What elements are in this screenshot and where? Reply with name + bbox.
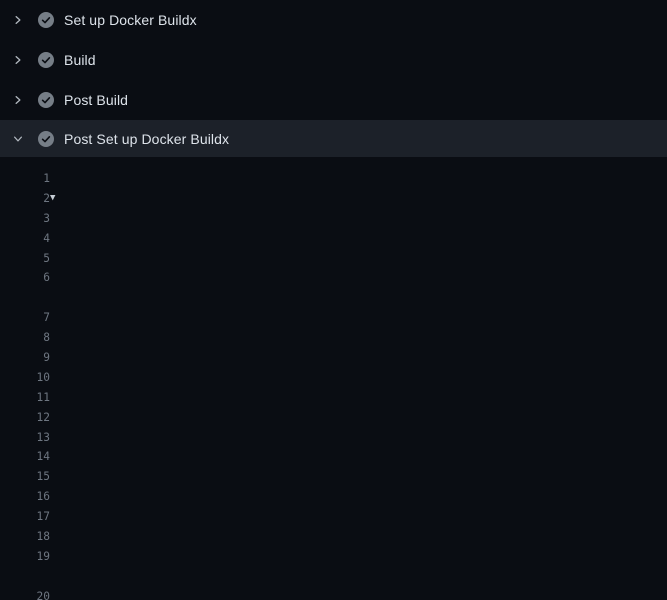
log-line-number[interactable]: 18 xyxy=(0,527,50,547)
log-line-number[interactable]: 4 xyxy=(0,229,50,249)
step-label: Build xyxy=(64,52,96,68)
log-line-continuation: linux/riscv64 linux/ppc64le linux/s390x … xyxy=(0,288,667,308)
log-line: 13 time="2021-04-23T18:02:38Z" level=deb… xyxy=(0,428,667,448)
log-line-continuation: application/vnd.oci.image.index.v1+json,… xyxy=(0,567,667,587)
log-line: 11 time="2021-04-23T18:02:38Z" level=deb… xyxy=(0,388,667,408)
log-line-number[interactable]: 17 xyxy=(0,507,50,527)
log-line-number[interactable]: 1 xyxy=(0,169,50,189)
step-label: Set up Docker Buildx xyxy=(64,12,197,28)
log-line: 4 time="2021-04-23T18:02:37Z" level=info… xyxy=(0,229,667,249)
log-line: 14 time="2021-04-23T18:02:38Z" level=deb… xyxy=(0,447,667,467)
log-line: 20 time="2021-04-23T18:02:38Z" level=deb… xyxy=(0,587,667,600)
log-line-number[interactable]: 5 xyxy=(0,249,50,269)
check-circle-icon xyxy=(38,131,54,147)
step-header[interactable]: Post Set up Docker Buildx xyxy=(0,120,667,157)
log-line-number[interactable]: 2 xyxy=(0,189,50,209)
log-line-number[interactable]: 12 xyxy=(0,408,50,428)
step-header[interactable]: Post Build xyxy=(0,80,667,120)
log-line-number[interactable]: 13 xyxy=(0,428,50,448)
log-viewer: 1 Post job cleanup. 2 ▼BuildKit containe… xyxy=(0,157,667,600)
step-header[interactable]: Build xyxy=(0,40,667,80)
group-collapse-triangle-icon: ▼ xyxy=(50,189,55,209)
log-line: 19 time="2021-04-23T18:02:38Z" level=deb… xyxy=(0,547,667,567)
chevron-right-icon xyxy=(12,94,24,106)
step-header[interactable]: Set up Docker Buildx xyxy=(0,0,667,40)
step-list: Set up Docker Buildx Build P xyxy=(0,0,667,157)
log-line: 3 /usr/bin/docker logs buildx_buildkit_b… xyxy=(0,209,667,229)
log-line-number[interactable]: 3 xyxy=(0,209,50,229)
log-line-number[interactable]: 7 xyxy=(0,308,50,328)
log-line: 15 time="2021-04-23T18:02:38Z" level=deb… xyxy=(0,467,667,487)
log-line-number[interactable]: 15 xyxy=(0,467,50,487)
log-line: 16 time="2021-04-23T18:02:38Z" level=deb… xyxy=(0,487,667,507)
log-line-number[interactable]: 10 xyxy=(0,368,50,388)
log-line-number[interactable]: 11 xyxy=(0,388,50,408)
chevron-down-icon xyxy=(12,133,24,145)
log-line-number[interactable]: 6 xyxy=(0,268,50,288)
log-line-number[interactable]: 8 xyxy=(0,328,50,348)
log-line: 9 time="2021-04-23T18:02:37Z" level=warn… xyxy=(0,348,667,368)
log-line: 18 time="2021-04-23T18:02:38Z" level=deb… xyxy=(0,527,667,547)
log-line: 1 Post job cleanup. xyxy=(0,169,667,189)
log-line: 5 time="2021-04-23T18:02:37Z" level=warn… xyxy=(0,249,667,269)
log-line: 10 time="2021-04-23T18:02:37Z" level=inf… xyxy=(0,368,667,388)
log-line: 12 time="2021-04-23T18:02:38Z" level=deb… xyxy=(0,408,667,428)
check-circle-icon xyxy=(38,12,54,28)
chevron-right-icon xyxy=(12,14,24,26)
check-circle-icon xyxy=(38,92,54,108)
step-label: Post Build xyxy=(64,92,128,108)
chevron-right-icon xyxy=(12,54,24,66)
log-line-number[interactable]: 20 xyxy=(0,587,50,600)
log-line: 17 time="2021-04-23T18:02:38Z" level=deb… xyxy=(0,507,667,527)
log-line-number[interactable]: 19 xyxy=(0,547,50,567)
log-line: 6 time="2021-04-23T18:02:37Z" level=info… xyxy=(0,268,667,288)
log-line-number[interactable]: 9 xyxy=(0,348,50,368)
log-line: 7 time="2021-04-23T18:02:37Z" level=warn… xyxy=(0,308,667,328)
log-line: 8 time="2021-04-23T18:02:37Z" level=info… xyxy=(0,328,667,348)
step-label: Post Set up Docker Buildx xyxy=(64,131,229,147)
log-group-header[interactable]: 2 ▼BuildKit container logs xyxy=(0,189,667,209)
check-circle-icon xyxy=(38,52,54,68)
log-line-number[interactable]: 14 xyxy=(0,447,50,467)
log-line-number[interactable]: 16 xyxy=(0,487,50,507)
